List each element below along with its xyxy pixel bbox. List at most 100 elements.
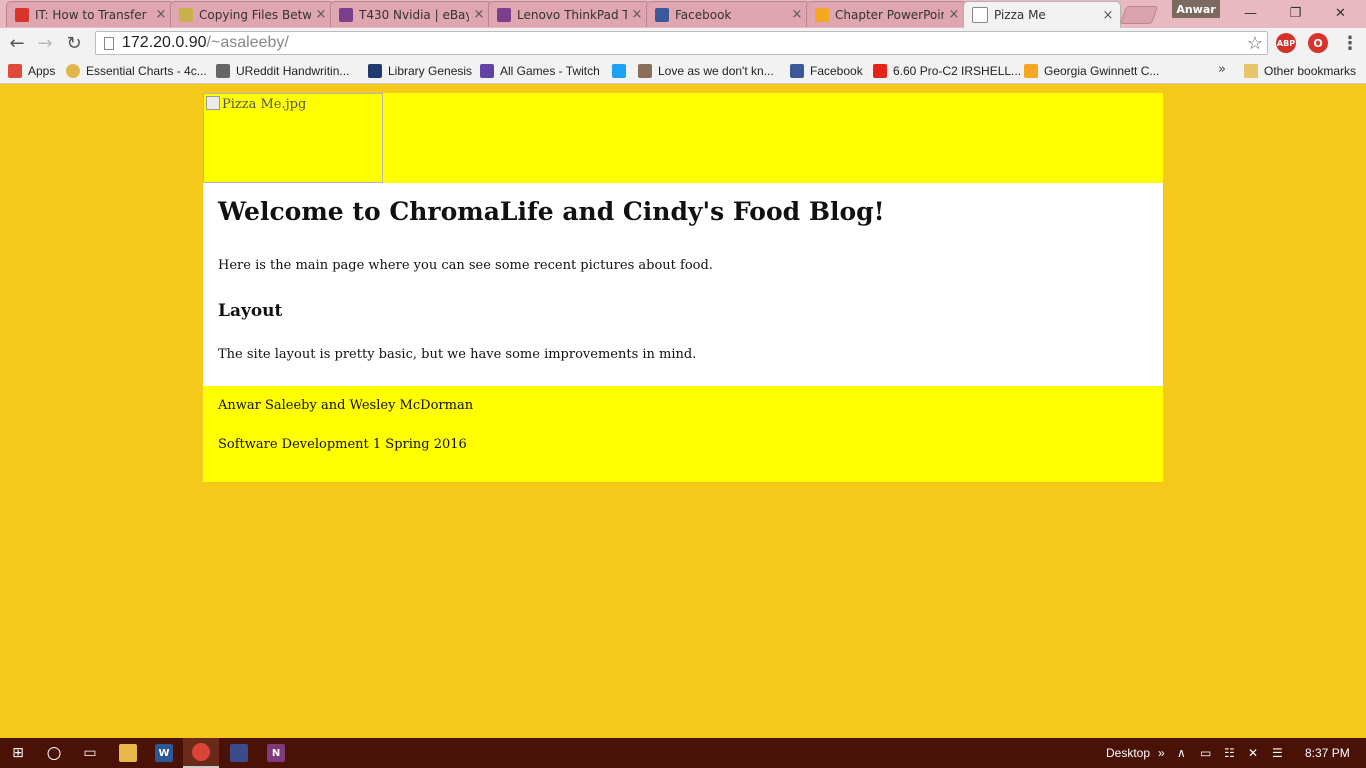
library-icon bbox=[368, 64, 382, 78]
tab-title: Copying Files Betwe bbox=[199, 7, 311, 22]
action-center-icon[interactable]: ☰ bbox=[1272, 738, 1283, 768]
bookmark-label: Library Genesis bbox=[388, 64, 473, 78]
bookmark-item[interactable] bbox=[612, 62, 632, 80]
chart-icon bbox=[66, 64, 80, 78]
browser-tab[interactable]: Facebook × bbox=[646, 1, 810, 27]
page-icon bbox=[104, 36, 114, 50]
close-tab-icon[interactable]: × bbox=[1102, 8, 1114, 23]
page-title: Welcome to ChromaLife and Cindy's Food B… bbox=[218, 197, 885, 226]
bookmark-item[interactable]: Facebook bbox=[790, 62, 863, 80]
minimize-icon[interactable]: — bbox=[1228, 0, 1273, 26]
file-explorer-icon[interactable] bbox=[110, 738, 146, 768]
tab-title: Facebook bbox=[675, 7, 732, 22]
cortana-search-icon[interactable]: ○ bbox=[36, 738, 72, 768]
battery-icon[interactable]: ▭ bbox=[1200, 738, 1211, 768]
tab-title: IT: How to Transfer I bbox=[35, 7, 151, 22]
page-icon bbox=[972, 7, 988, 23]
bookmark-label: Georgia Gwinnett C... bbox=[1044, 64, 1160, 78]
twitch-icon bbox=[480, 64, 494, 78]
close-tab-icon[interactable]: × bbox=[315, 7, 327, 22]
adblock-plus-icon[interactable]: ABP bbox=[1276, 33, 1296, 53]
chrome-taskbar-icon[interactable] bbox=[183, 738, 219, 768]
tab-title: T430 Nvidia | eBay bbox=[359, 7, 469, 22]
site-footer: Anwar Saleeby and Wesley McDorman Softwa… bbox=[203, 386, 1163, 482]
twitter-icon bbox=[612, 64, 626, 78]
photo-icon bbox=[638, 64, 652, 78]
bookmark-item[interactable]: Apps bbox=[8, 62, 55, 80]
bookmark-label: All Games - Twitch bbox=[500, 64, 600, 78]
chrome-menu-icon[interactable]: ⋮ bbox=[1340, 33, 1360, 54]
volume-muted-icon[interactable]: ✕ bbox=[1248, 738, 1258, 768]
header-image: Pizza Me.jpg bbox=[203, 93, 383, 183]
desktop-chevron-icon[interactable]: » bbox=[1158, 738, 1165, 768]
other-bookmarks-label: Other bookmarks bbox=[1264, 64, 1357, 78]
close-tab-icon[interactable]: × bbox=[948, 7, 960, 22]
task-view-icon[interactable]: ▭ bbox=[72, 738, 108, 768]
back-arrow-icon[interactable]: ← bbox=[5, 31, 29, 55]
close-tab-icon[interactable]: × bbox=[791, 7, 803, 22]
browser-toolbar: ← → ↻ 172.20.0.90/~asaleeby/ ☆ ABP O ⋮ bbox=[0, 28, 1366, 58]
bookmark-item[interactable]: Love as we don't kn... bbox=[638, 62, 774, 80]
restore-icon[interactable]: ❐ bbox=[1273, 0, 1318, 26]
bookmark-label: Apps bbox=[28, 64, 56, 78]
other-bookmarks[interactable]: Other bookmarks bbox=[1244, 62, 1356, 80]
forward-arrow-icon[interactable]: → bbox=[33, 31, 57, 55]
bookmark-label: UReddit Handwritin... bbox=[236, 64, 350, 78]
bookmarks-overflow-chevron[interactable]: » bbox=[1218, 62, 1226, 77]
close-window-icon[interactable]: ✕ bbox=[1318, 0, 1363, 26]
browser-tab[interactable]: Copying Files Betwe × bbox=[170, 1, 334, 27]
tray-expand-icon[interactable]: ∧ bbox=[1177, 738, 1186, 768]
bookmark-item[interactable]: Georgia Gwinnett C... bbox=[1024, 62, 1159, 80]
layout-text: The site layout is pretty basic, but we … bbox=[218, 347, 697, 362]
tab-title: Pizza Me bbox=[994, 8, 1046, 22]
flag-app-icon[interactable] bbox=[221, 738, 257, 768]
bookmark-label: Love as we don't kn... bbox=[658, 64, 774, 78]
bookmark-item[interactable]: 6.60 Pro-C2 IRSHELL... bbox=[873, 62, 1021, 80]
bookmark-item[interactable]: All Games - Twitch bbox=[480, 62, 600, 80]
tab-title: Chapter PowerPoint bbox=[835, 7, 944, 22]
bookmark-item[interactable]: Library Genesis bbox=[368, 62, 472, 80]
tab-strip: IT: How to Transfer I × Copying Files Betw… bbox=[0, 0, 1366, 28]
browser-tab[interactable]: T430 Nvidia | eBay × bbox=[330, 1, 492, 27]
profile-button[interactable]: Anwar bbox=[1172, 0, 1220, 18]
facebook-icon bbox=[655, 7, 669, 22]
apps-grid-icon bbox=[8, 64, 22, 78]
bookmarks-bar: Apps Essential Charts - 4c... UReddit Hand… bbox=[0, 58, 1366, 84]
close-tab-icon[interactable]: × bbox=[473, 7, 485, 22]
word-icon[interactable]: W bbox=[146, 738, 182, 768]
bookmark-star-icon[interactable]: ☆ bbox=[1247, 33, 1263, 54]
windows-start-icon[interactable]: ⊞ bbox=[0, 738, 36, 768]
bookmark-item[interactable]: UReddit Handwritin... bbox=[216, 62, 349, 80]
new-tab-button[interactable] bbox=[1119, 6, 1159, 24]
opera-shield-icon bbox=[15, 7, 29, 22]
close-tab-icon[interactable]: × bbox=[631, 7, 643, 22]
layout-heading: Layout bbox=[218, 301, 283, 321]
footer-authors: Anwar Saleeby and Wesley McDorman bbox=[218, 398, 474, 413]
onenote-icon[interactable]: N bbox=[258, 738, 294, 768]
browser-tab[interactable]: Pizza Me × bbox=[963, 1, 1121, 28]
header-image-alt: Pizza Me.jpg bbox=[222, 97, 307, 112]
browser-tab[interactable]: IT: How to Transfer I × bbox=[6, 1, 174, 27]
url-host: 172.20.0.90 bbox=[122, 34, 207, 51]
page-container: Pizza Me.jpg Welcome to ChromaLife and C… bbox=[203, 93, 1163, 482]
clock[interactable]: 8:37 PM bbox=[1305, 738, 1350, 768]
bookmark-label: Essential Charts - 4c... bbox=[86, 64, 207, 78]
url-path: /~asaleeby/ bbox=[206, 34, 289, 51]
desktop-toolbar-label[interactable]: Desktop bbox=[1106, 738, 1150, 768]
ebay-icon bbox=[339, 7, 353, 22]
facebook-icon bbox=[790, 64, 804, 78]
network-icon[interactable]: ☷ bbox=[1224, 738, 1235, 768]
windows-taskbar: ⊞ ○ ▭ W N Desktop » ∧ ▭ ☷ ✕ ☰ 8:37 PM bbox=[0, 738, 1366, 768]
main-content: Welcome to ChromaLife and Cindy's Food B… bbox=[203, 183, 1163, 386]
browser-tab[interactable]: Lenovo ThinkPad T4 × bbox=[488, 1, 650, 27]
folder-icon bbox=[1244, 64, 1258, 78]
reload-icon[interactable]: ↻ bbox=[62, 31, 86, 55]
address-bar[interactable]: 172.20.0.90/~asaleeby/ ☆ bbox=[95, 31, 1268, 55]
browser-tab[interactable]: Chapter PowerPoint × bbox=[806, 1, 967, 27]
walmart-spark-icon bbox=[815, 7, 829, 22]
bookmark-label: Facebook bbox=[810, 64, 863, 78]
google-docs-icon bbox=[179, 7, 193, 22]
bookmark-item[interactable]: Essential Charts - 4c... bbox=[66, 62, 207, 80]
opera-icon[interactable]: O bbox=[1308, 33, 1328, 53]
close-tab-icon[interactable]: × bbox=[155, 7, 167, 22]
